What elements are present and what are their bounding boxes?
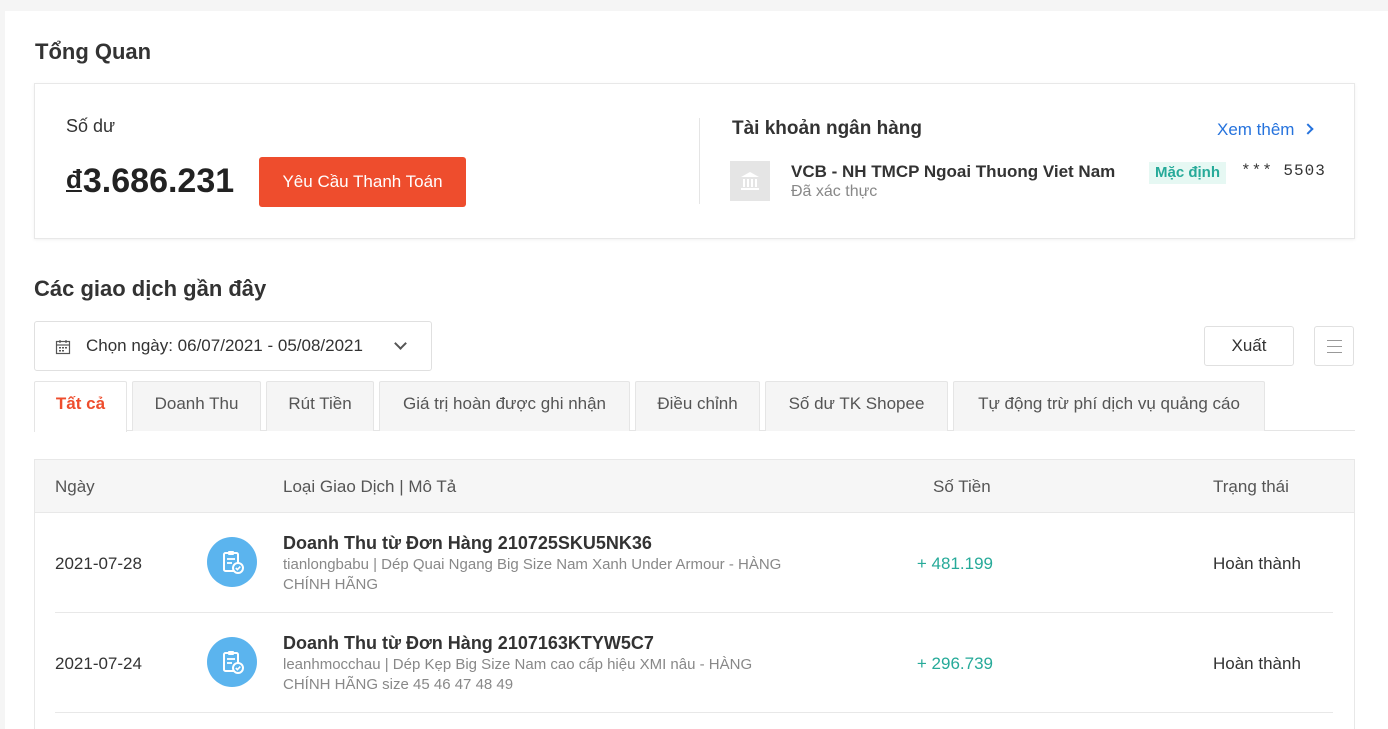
tab-shopee-balance[interactable]: Số dư TK Shopee — [765, 381, 948, 431]
column-header-date: Ngày — [55, 477, 95, 496]
overview-panel: Tổng Quan Số dư đ3.686.231 Yêu Cầu Thanh… — [5, 11, 1388, 729]
account-number: *** 5503 — [1241, 162, 1326, 180]
transaction-status: Hoàn thành — [1213, 554, 1301, 573]
menu-icon — [1327, 340, 1342, 341]
tab-refund-value[interactable]: Giá trị hoàn được ghi nhận — [379, 381, 630, 431]
date-range-text: Chọn ngày: 06/07/2021 - 05/08/2021 — [86, 336, 363, 355]
column-menu-button[interactable] — [1314, 326, 1354, 366]
tab-all[interactable]: Tất cả — [34, 381, 127, 432]
balance-value: 3.686.231 — [82, 162, 235, 200]
overview-title: Tổng Quan — [35, 39, 152, 64]
order-revenue-icon — [207, 637, 257, 687]
bank-name: VCB - NH TMCP Ngoai Thuong Viet Nam — [791, 162, 1116, 181]
transactions-table: Ngày Loại Giao Dịch | Mô Tả Số Tiền Trạn… — [34, 459, 1355, 729]
column-header-amount: Số Tiền — [933, 477, 991, 496]
transaction-tabs: Tất cả Doanh Thu Rút Tiền Giá trị hoàn đ… — [34, 381, 1355, 432]
divider — [699, 118, 700, 204]
see-more-label: Xem thêm — [1217, 120, 1295, 139]
date-range-picker[interactable]: Chọn ngày: 06/07/2021 - 05/08/2021 — [34, 321, 432, 371]
request-payment-button[interactable]: Yêu Cầu Thanh Toán — [259, 157, 466, 207]
chevron-down-icon — [394, 337, 407, 350]
calendar-icon — [55, 339, 71, 360]
bank-icon — [730, 161, 770, 201]
table-row[interactable]: 2021-07-24 Doanh Thu từ Đơn Hàng 2107163… — [55, 613, 1333, 713]
default-badge: Mặc định — [1149, 162, 1227, 184]
bank-account-title: Tài khoản ngân hàng — [732, 118, 923, 139]
currency-symbol: đ — [66, 164, 82, 194]
tab-revenue[interactable]: Doanh Thu — [132, 381, 261, 431]
transaction-amount: + 296.739 — [916, 654, 993, 673]
transaction-title: Doanh Thu từ Đơn Hàng 210725SKU5NK36 — [283, 533, 652, 553]
transaction-description: leanhmocchau | Dép Kẹp Big Size Nam cao … — [283, 656, 753, 693]
chevron-right-icon — [1302, 123, 1315, 135]
tab-withdrawal[interactable]: Rút Tiền — [266, 381, 374, 431]
export-button[interactable]: Xuất — [1204, 326, 1294, 366]
tab-adjustment[interactable]: Điều chỉnh — [635, 381, 760, 431]
balance-label: Số dư — [66, 116, 116, 136]
row-date: 2021-07-24 — [55, 654, 142, 673]
transaction-description: tianlongbabu | Dép Quai Ngang Big Size N… — [283, 556, 782, 593]
balance-summary-card: Số dư đ3.686.231 Yêu Cầu Thanh Toán Tài … — [34, 83, 1355, 239]
table-header: Ngày Loại Giao Dịch | Mô Tả Số Tiền Trạn… — [35, 460, 1354, 513]
transaction-status: Hoàn thành — [1213, 654, 1301, 673]
see-more-link[interactable]: Xem thêm — [1217, 120, 1315, 140]
table-row[interactable]: 2021-07-28 Doanh Thu từ Đơn Hàng 210725S… — [55, 513, 1333, 613]
order-revenue-icon — [207, 537, 257, 587]
bank-verified-status: Đã xác thực — [791, 183, 878, 200]
column-header-status: Trạng thái — [1213, 477, 1289, 496]
transaction-title: Doanh Thu từ Đơn Hàng 2107163KTYW5C7 — [283, 633, 654, 653]
tab-auto-ad-fee[interactable]: Tự động trừ phí dịch vụ quảng cáo — [953, 381, 1265, 431]
column-header-type: Loại Giao Dịch | Mô Tả — [283, 477, 457, 496]
transaction-amount: + 481.199 — [916, 554, 993, 573]
recent-transactions-title: Các giao dịch gần đây — [34, 276, 267, 301]
row-date: 2021-07-28 — [55, 554, 142, 573]
balance-amount: đ3.686.231 — [66, 162, 234, 201]
